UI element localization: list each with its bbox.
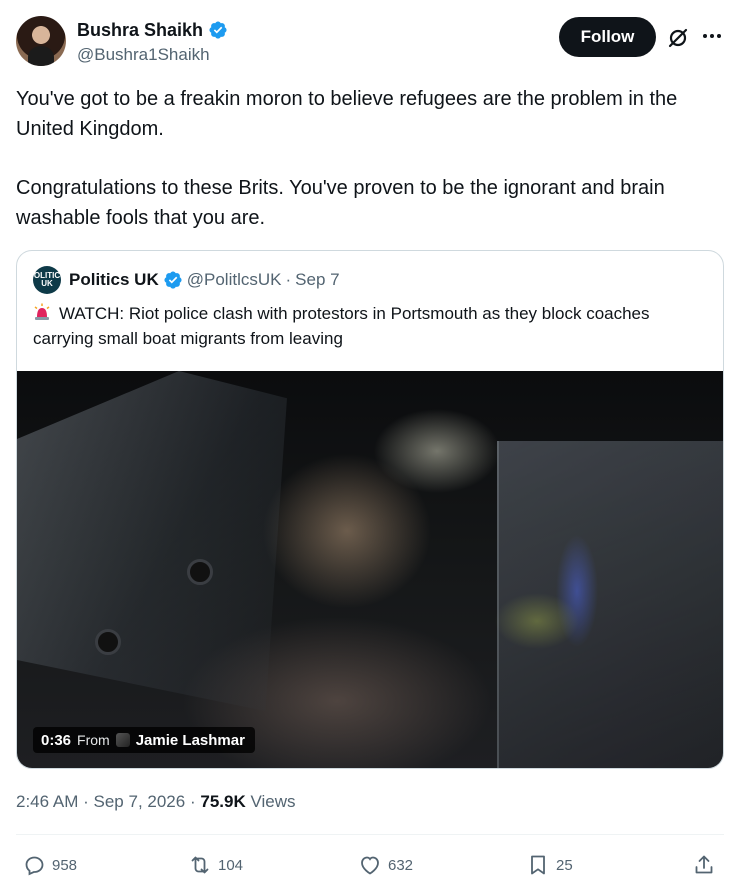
quoted-author-avatar[interactable]: POLITICS UK <box>29 266 65 294</box>
more-icon[interactable] <box>700 24 724 48</box>
verified-badge-icon <box>209 21 227 39</box>
grok-icon[interactable] <box>666 26 690 50</box>
shield-rivet <box>95 629 121 655</box>
separator: · <box>189 792 196 811</box>
reply-count: 958 <box>52 856 78 874</box>
quoted-tweet-date[interactable]: Sep 7 <box>295 270 339 290</box>
author-display-name-row[interactable]: Bushra Shaikh <box>77 18 228 42</box>
separator: · <box>285 270 292 289</box>
reply-icon <box>25 856 44 876</box>
author-info: Bushra Shaikh @Bushra1Shaikh <box>77 18 228 67</box>
more-dot <box>717 34 721 38</box>
quoted-tweet-header: POLITICS UK Politics UK @PolitlcsUK · Se… <box>29 266 340 294</box>
video-info-badge: 0:36 From Jamie Lashmar <box>33 727 255 753</box>
share-button[interactable] <box>692 850 716 880</box>
video-from-label: From <box>77 732 110 748</box>
repost-button[interactable]: 104 <box>188 850 243 880</box>
like-button[interactable]: 632 <box>358 850 413 880</box>
tweet-paragraph: Congratulations to these Brits. You've p… <box>16 177 665 229</box>
riot-shield-left <box>17 371 287 711</box>
bookmark-button[interactable]: 25 <box>526 850 573 880</box>
tweet-header: Bushra Shaikh @Bushra1Shaikh Follow <box>16 14 728 70</box>
author-handle[interactable]: @Bushra1Shaikh <box>77 43 228 67</box>
video-player[interactable]: 0:36 From Jamie Lashmar <box>17 371 723 768</box>
verified-badge-icon <box>164 271 182 289</box>
author-display-name[interactable]: Bushra Shaikh <box>77 18 203 42</box>
follow-button[interactable]: Follow <box>559 17 656 57</box>
more-dot <box>703 34 707 38</box>
video-duration: 0:36 <box>41 731 72 749</box>
like-count: 632 <box>388 856 414 874</box>
tweet-paragraph: You've got to be a freakin moron to beli… <box>16 88 678 140</box>
separator: · <box>83 792 89 811</box>
action-bar: 958 104 632 25 <box>16 850 724 880</box>
quoted-author-name[interactable]: Politics UK <box>69 270 159 290</box>
bookmark-count: 25 <box>556 856 573 874</box>
video-source-name[interactable]: Jamie Lashmar <box>136 732 245 749</box>
author-avatar[interactable] <box>16 16 66 66</box>
riot-shield-right <box>497 441 723 768</box>
bookmark-icon <box>531 855 545 875</box>
views-count: 75.9K <box>200 792 246 811</box>
reply-button[interactable]: 958 <box>22 850 77 880</box>
quoted-tweet-body: WATCH: Riot police clash with protestors… <box>33 304 650 348</box>
divider <box>16 834 724 835</box>
shield-rivet <box>187 559 213 585</box>
quoted-tweet-text: WATCH: Riot police clash with protestors… <box>33 301 713 351</box>
more-dot <box>710 34 714 38</box>
quoted-author-handle[interactable]: @PolitlcsUK <box>187 270 282 290</box>
siren-icon <box>34 303 50 320</box>
repost-icon <box>191 856 209 874</box>
tweet-time[interactable]: 2:46 AM <box>16 792 78 811</box>
tweet-text: You've got to be a freakin moron to beli… <box>16 84 716 233</box>
share-icon <box>695 855 713 874</box>
tweet-meta: 2:46 AM · Sep 7, 2026 · 75.9K Views <box>16 790 296 814</box>
like-icon <box>361 856 379 875</box>
source-avatar-icon <box>115 733 130 747</box>
views-label: Views <box>250 792 296 811</box>
tweet-date[interactable]: Sep 7, 2026 <box>94 792 186 811</box>
repost-count: 104 <box>218 856 244 874</box>
quoted-tweet[interactable]: POLITICS UK Politics UK @PolitlcsUK · Se… <box>16 250 724 769</box>
